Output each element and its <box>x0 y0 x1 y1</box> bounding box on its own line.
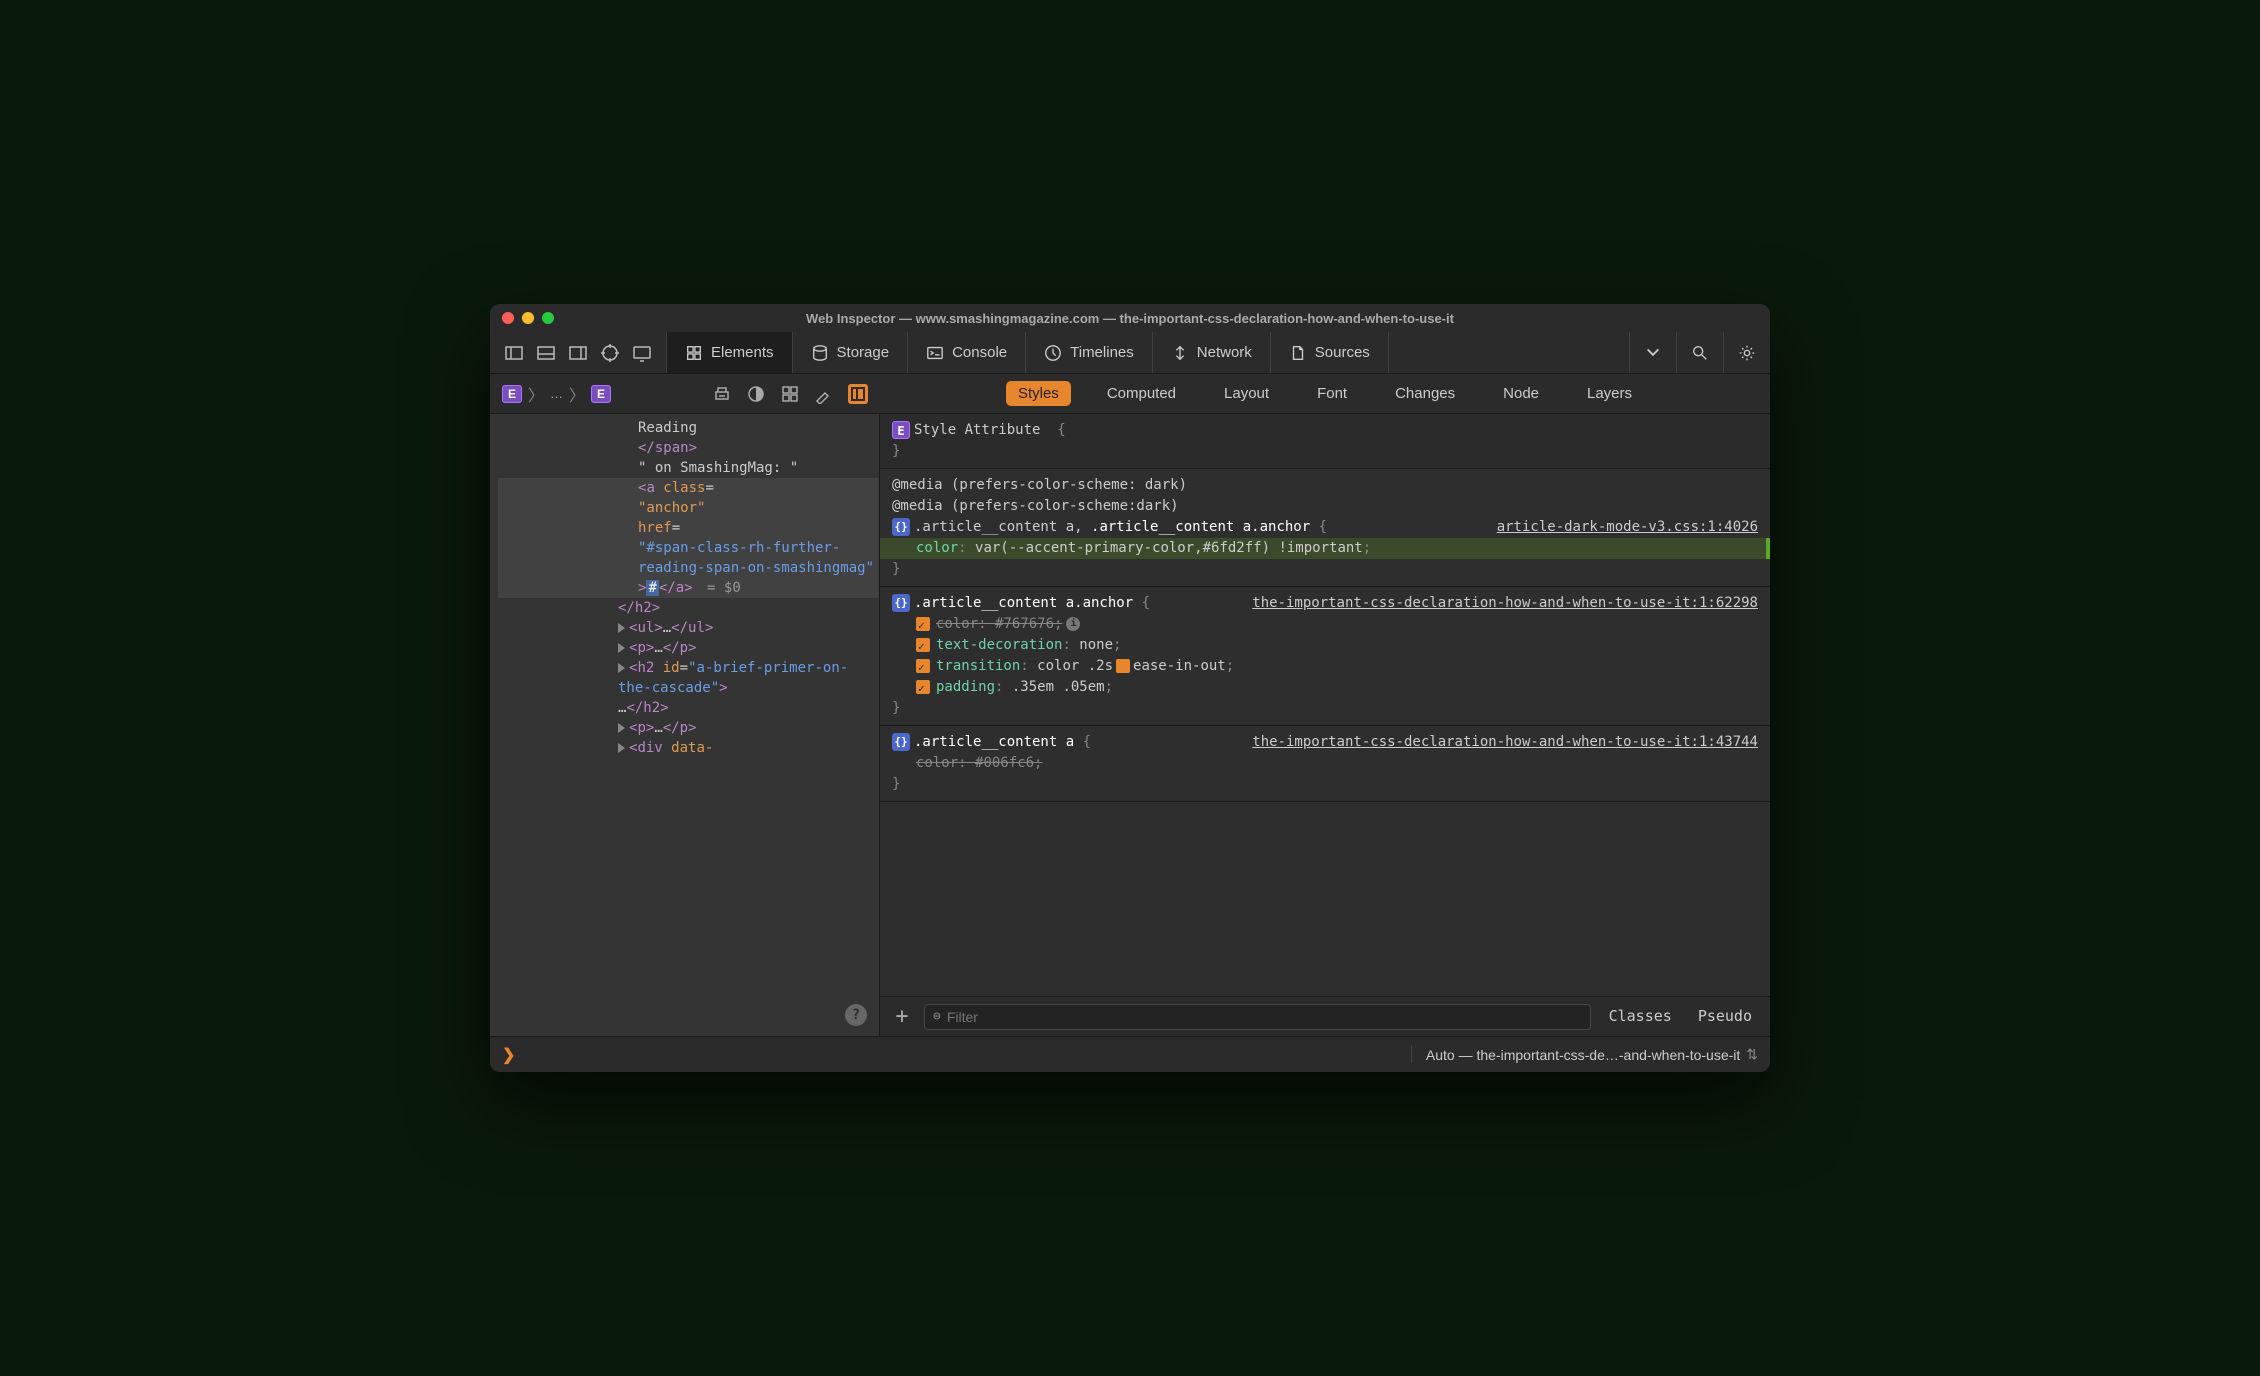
css-badge-icon: {} <box>892 733 910 751</box>
color-scheme-icon[interactable] <box>746 384 766 404</box>
grid-icon[interactable] <box>780 384 800 404</box>
source-link[interactable]: article-dark-mode-v3.css:1:4026 <box>1497 517 1758 538</box>
detail-tab-computed[interactable]: Computed <box>1095 381 1188 406</box>
css-property[interactable]: color: #767676;i <box>892 614 1758 635</box>
tab-label: Timelines <box>1070 344 1134 361</box>
detail-tab-layout[interactable]: Layout <box>1212 381 1281 406</box>
titlebar: Web Inspector — www.smashingmagazine.com… <box>490 304 1770 332</box>
css-property[interactable]: text-decoration: none; <box>892 635 1758 656</box>
tab-label: Elements <box>711 344 774 361</box>
responsive-icon[interactable] <box>632 343 652 363</box>
print-styles-icon[interactable] <box>712 384 732 404</box>
css-property[interactable]: color: var(--accent-primary-color,#6fd2f… <box>880 538 1770 559</box>
css-rule[interactable]: @media (prefers-color-scheme: dark) @med… <box>880 469 1770 587</box>
tab-label: Console <box>952 344 1007 361</box>
sub-toolbar: E 〉 … 〉 E Styles Computed Layout Font Ch… <box>490 374 1770 414</box>
checkbox-icon[interactable] <box>916 680 930 694</box>
breadcrumb[interactable]: E 〉 … 〉 E <box>502 382 611 406</box>
layout-highlight-icon[interactable] <box>848 384 868 404</box>
easing-swatch-icon[interactable] <box>1116 659 1130 673</box>
styles-panel: EStyle Attribute { } @media (prefers-col… <box>880 414 1770 1036</box>
detail-tab-styles[interactable]: Styles <box>1006 381 1071 406</box>
tab-timelines[interactable]: Timelines <box>1026 332 1153 373</box>
detail-tab-changes[interactable]: Changes <box>1383 381 1467 406</box>
tab-label: Network <box>1197 344 1252 361</box>
source-link[interactable]: the-important-css-declaration-how-and-wh… <box>1252 593 1758 614</box>
detail-tab-layers[interactable]: Layers <box>1575 381 1644 406</box>
style-attribute-rule[interactable]: EStyle Attribute { } <box>880 414 1770 469</box>
help-icon[interactable]: ? <box>845 1004 867 1026</box>
context-selector[interactable]: Auto — the-important-css-de…-and-when-to… <box>1411 1046 1758 1063</box>
console-prompt-icon[interactable]: ❯ <box>502 1045 515 1065</box>
filter-icon: ⊜ <box>933 1006 941 1027</box>
dock-bottom-icon[interactable] <box>536 343 556 363</box>
css-property[interactable]: padding: .35em .05em; <box>892 677 1758 698</box>
classes-button[interactable]: Classes <box>1601 1006 1680 1027</box>
tab-console[interactable]: Console <box>908 332 1026 373</box>
tab-label: Storage <box>837 344 890 361</box>
close-icon[interactable] <box>502 312 514 324</box>
tab-sources[interactable]: Sources <box>1271 332 1389 373</box>
dock-right-icon[interactable] <box>568 343 588 363</box>
paint-icon[interactable] <box>814 384 834 404</box>
checkbox-icon[interactable] <box>916 659 930 673</box>
element-badge-icon: E <box>591 385 611 403</box>
css-property[interactable]: transition: color .2sease-in-out; <box>892 656 1758 677</box>
filter-input[interactable] <box>947 1009 1582 1025</box>
gear-icon[interactable] <box>1723 332 1770 373</box>
zoom-icon[interactable] <box>542 312 554 324</box>
main-toolbar: Elements Storage Console Timelines Netwo… <box>490 332 1770 374</box>
dock-controls <box>490 332 667 373</box>
dom-tree[interactable]: Reading </span> " on SmashingMag: " <a c… <box>490 414 880 1036</box>
window-title: Web Inspector — www.smashingmagazine.com… <box>806 311 1454 326</box>
main-body: Reading </span> " on SmashingMag: " <a c… <box>490 414 1770 1036</box>
inspector-window: Web Inspector — www.smashingmagazine.com… <box>490 304 1770 1072</box>
detail-tab-node[interactable]: Node <box>1491 381 1551 406</box>
chevron-updown-icon: ⇅ <box>1746 1046 1758 1063</box>
add-rule-button[interactable]: + <box>890 1005 914 1029</box>
info-icon[interactable]: i <box>1066 617 1080 631</box>
element-picker-icon[interactable] <box>600 343 620 363</box>
checkbox-icon[interactable] <box>916 638 930 652</box>
css-rule[interactable]: {}.article__content a.anchor { the-impor… <box>880 587 1770 726</box>
search-icon[interactable] <box>1676 332 1723 373</box>
css-rule[interactable]: {}.article__content a { the-important-cs… <box>880 726 1770 802</box>
css-badge-icon: {} <box>892 518 910 536</box>
checkbox-icon[interactable] <box>916 617 930 631</box>
element-badge-icon: E <box>892 421 910 439</box>
tab-network[interactable]: Network <box>1153 332 1271 373</box>
filter-field[interactable]: ⊜ <box>924 1004 1591 1030</box>
dock-left-icon[interactable] <box>504 343 524 363</box>
pseudo-button[interactable]: Pseudo <box>1690 1006 1760 1027</box>
bottom-bar: ❯ Auto — the-important-css-de…-and-when-… <box>490 1036 1770 1072</box>
css-badge-icon: {} <box>892 594 910 612</box>
minimize-icon[interactable] <box>522 312 534 324</box>
tab-storage[interactable]: Storage <box>793 332 909 373</box>
css-property[interactable]: color: #006fc6; <box>892 753 1758 774</box>
source-link[interactable]: the-important-css-declaration-how-and-wh… <box>1252 732 1758 753</box>
overflow-icon[interactable] <box>1629 332 1676 373</box>
tab-label: Sources <box>1315 344 1370 361</box>
styles-footer: + ⊜ Classes Pseudo <box>880 996 1770 1036</box>
detail-tab-font[interactable]: Font <box>1305 381 1359 406</box>
traffic-lights <box>502 312 554 324</box>
tab-elements[interactable]: Elements <box>667 332 793 373</box>
element-badge-icon: E <box>502 385 522 403</box>
